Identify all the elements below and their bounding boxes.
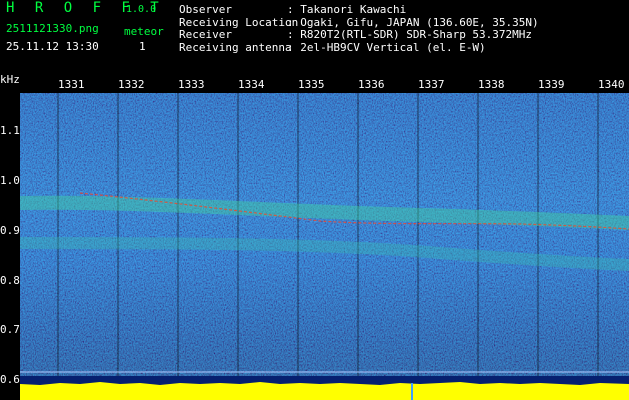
meteor-label: meteor [124,25,164,38]
info-value: Takanori Kawachi [300,3,407,16]
info-value: Ogaki, Gifu, JAPAN (136.60E, 35.35N) [300,15,539,29]
station-info: Observer: Takanori Kawachi Receiving Loc… [179,3,539,54]
y-axis: 1.1 1.0 0.9 0.8 0.7 0.6 [0,0,22,400]
noise-level-bar [20,382,629,400]
y-tick-label: 0.8 [0,274,20,287]
info-key: Receiver [179,28,232,41]
info-value: R820T2(RTL-SDR) SDR-Sharp 53.372MHz [300,28,533,41]
header-panel: H R O F F T 1.0.0 2511121330.png 25.11.1… [0,0,629,72]
x-tick-label: 1335 [298,78,325,91]
y-tick-label: 1.1 [0,124,20,137]
x-tick-label: 1333 [178,78,205,91]
info-value: 2el-HB9CV Vertical (el. E-W) [300,40,486,54]
spectrogram-plot [20,93,629,400]
x-tick-label: 1339 [538,78,565,91]
app-version: 1.0.0 [126,4,157,15]
x-tick-label: 1337 [418,78,445,91]
info-key: Receiving antenna [179,40,292,54]
x-tick-label: 1331 [58,78,85,91]
y-tick-label: 0.7 [0,323,20,336]
x-tick-label: 1338 [478,78,505,91]
y-tick-label: 0.9 [0,224,20,237]
info-row-antenna: Receiving antenna: 2el-HB9CV Vertical (e… [179,40,486,54]
y-tick-label: 1.0 [0,174,20,187]
y-tick-label: 0.6 [0,373,20,386]
info-key: Observer [179,3,232,16]
x-tick-label: 1340 [598,78,625,91]
spectrogram-canvas [20,93,629,400]
meteor-count: 1 [139,40,146,53]
x-tick-label: 1334 [238,78,265,91]
x-tick-label: 1332 [118,78,145,91]
x-tick-label: 1336 [358,78,385,91]
